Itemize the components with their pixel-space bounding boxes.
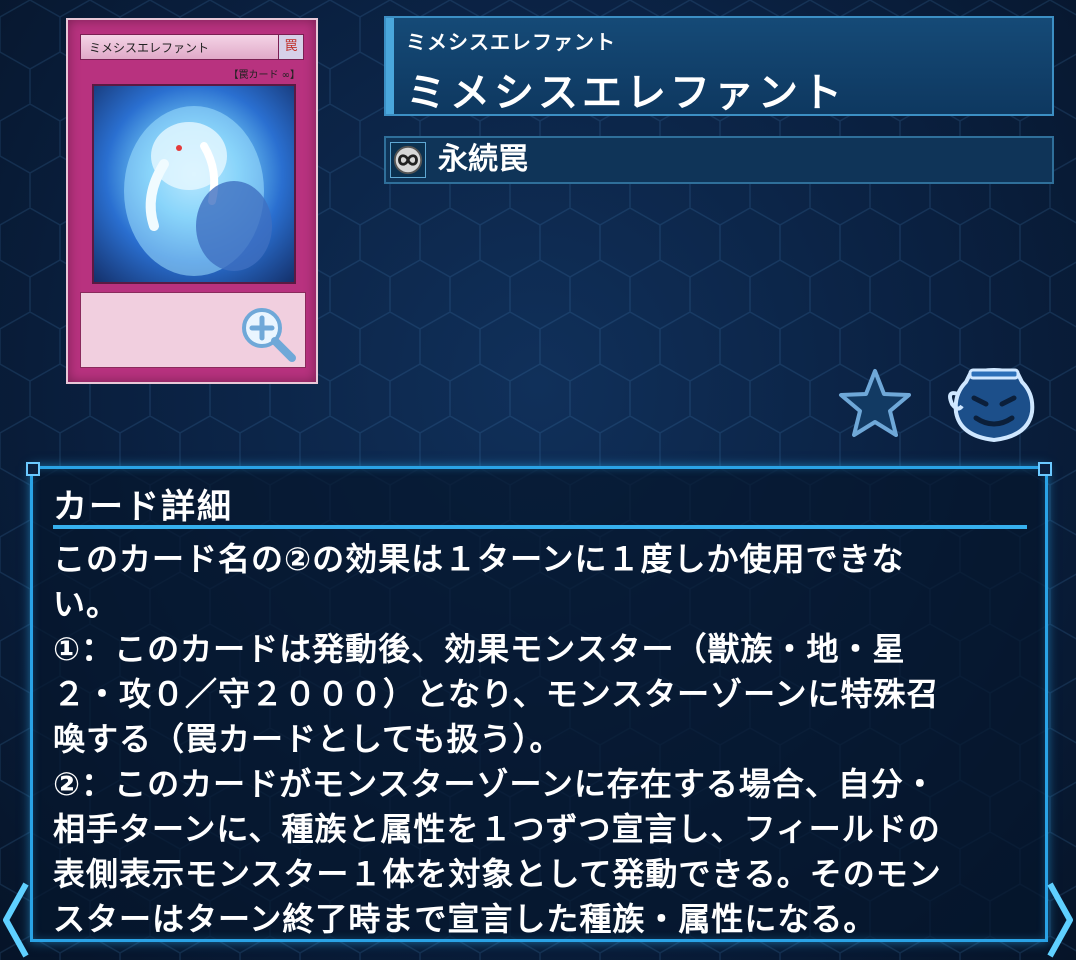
panel-corner — [1038, 462, 1052, 476]
continuous-infinity-icon — [390, 142, 426, 178]
previous-arrow-icon[interactable] — [0, 880, 30, 960]
card-type-label: 永続罠 — [438, 142, 528, 177]
detail-heading: カード詳細 — [53, 487, 233, 527]
card-effect-text: このカード名の②の効果は１ターンに１度しか使用できな い。 ①：このカードは発動… — [53, 540, 942, 938]
card-artwork — [92, 84, 296, 284]
panel-corner — [26, 462, 40, 476]
card-detail-panel[interactable]: カード詳細 このカード名の②の効果は１ターンに１度しか使用できな い。 ①：この… — [26, 462, 1052, 942]
next-arrow-icon[interactable] — [1046, 880, 1076, 960]
card-image-name: ミメシスエレファント — [80, 34, 294, 60]
card-title-panel: ミメシスエレファント ミメシスエレファント — [384, 16, 1054, 116]
detail-divider — [53, 525, 1027, 529]
card-name: ミメシスエレファント — [406, 70, 846, 116]
card-name-ruby: ミメシスエレファント — [406, 30, 616, 54]
pot-of-greed-icon[interactable] — [948, 364, 1040, 444]
card-image-type: 【罠カード ∞】 — [228, 70, 300, 81]
trap-attribute-icon: 罠 — [278, 34, 304, 60]
zoom-in-icon[interactable] — [238, 304, 298, 364]
card-type-panel: 永続罠 — [384, 136, 1054, 184]
star-icon[interactable] — [838, 368, 912, 438]
